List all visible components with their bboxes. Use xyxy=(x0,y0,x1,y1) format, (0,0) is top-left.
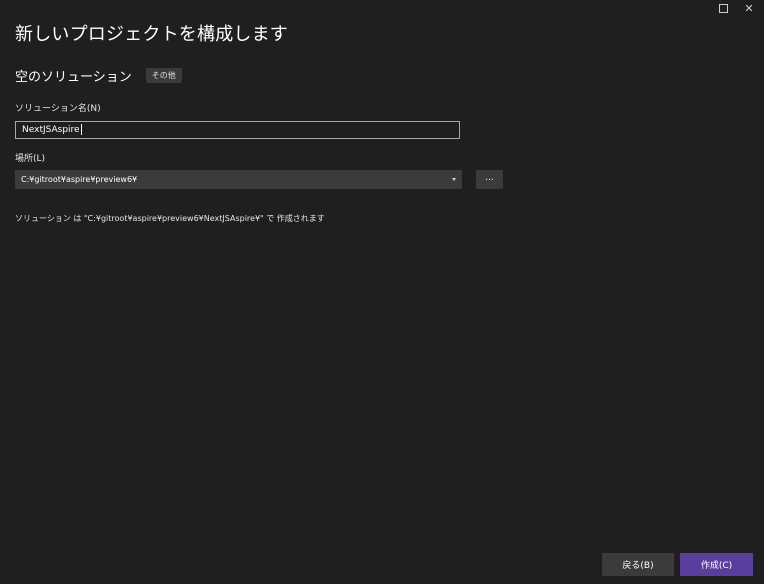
template-name: 空のソリューション xyxy=(15,70,132,85)
page-title: 新しいプロジェクトを構成します xyxy=(15,24,288,45)
back-button[interactable]: 戻る(B) xyxy=(602,553,674,576)
maximize-icon xyxy=(718,3,728,13)
dropdown-arrow-icon xyxy=(452,178,456,181)
solution-path-info: ソリューション は "C:¥gitroot¥aspire¥preview6¥Ne… xyxy=(15,214,325,223)
location-label: 場所(L) xyxy=(15,154,46,164)
close-icon: ✕ xyxy=(744,1,754,15)
configure-project-window: ✕ 新しいプロジェクトを構成します 空のソリューション その他 ソリューション名… xyxy=(0,0,764,584)
create-button[interactable]: 作成(C) xyxy=(680,553,753,576)
location-value: C:¥gitroot¥aspire¥preview6¥ xyxy=(21,175,138,184)
template-tag: その他 xyxy=(145,68,182,83)
template-header: 空のソリューション その他 xyxy=(15,66,182,85)
text-caret xyxy=(80,124,82,135)
location-combobox[interactable]: C:¥gitroot¥aspire¥preview6¥ xyxy=(15,170,462,189)
solution-name-value: NextJSAspire xyxy=(22,125,80,135)
browse-button[interactable]: ... xyxy=(476,170,503,189)
solution-name-label: ソリューション名(N) xyxy=(15,104,101,114)
close-button[interactable]: ✕ xyxy=(734,0,764,16)
solution-name-input[interactable]: NextJSAspire xyxy=(15,121,460,139)
